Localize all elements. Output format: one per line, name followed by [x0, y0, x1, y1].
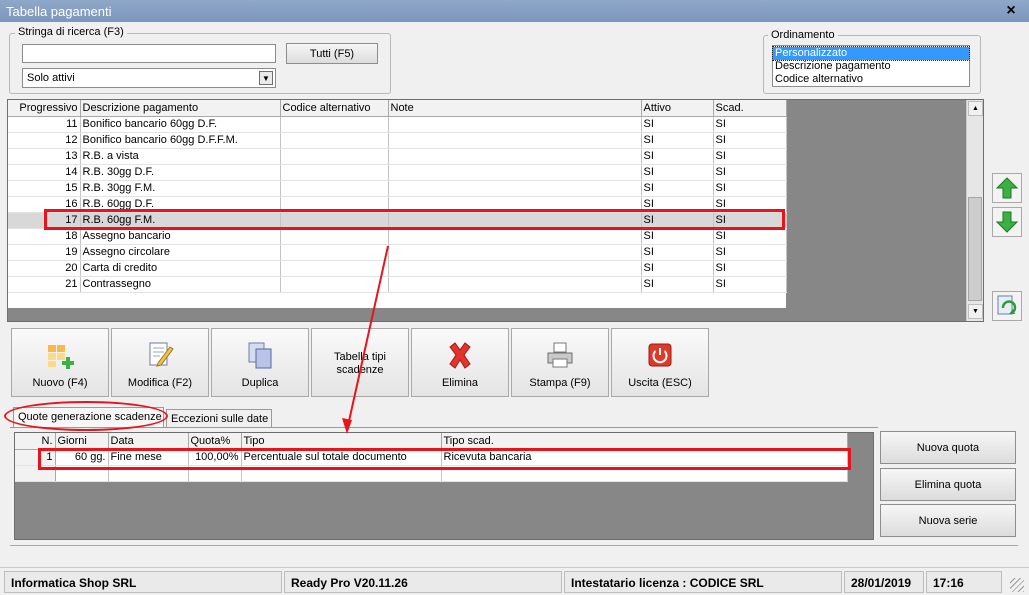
status-date: 28/01/2019 — [844, 571, 924, 593]
status-company: Informatica Shop SRL — [4, 571, 282, 593]
status-time: 17:16 — [926, 571, 1002, 593]
status-version: Ready Pro V20.11.26 — [284, 571, 562, 593]
resize-grip-icon[interactable] — [1010, 578, 1024, 592]
annotation-arrow — [342, 245, 389, 434]
status-license: Intestatario licenza : CODICE SRL — [564, 571, 842, 593]
status-bar: Informatica Shop SRL Ready Pro V20.11.26… — [0, 567, 1029, 595]
